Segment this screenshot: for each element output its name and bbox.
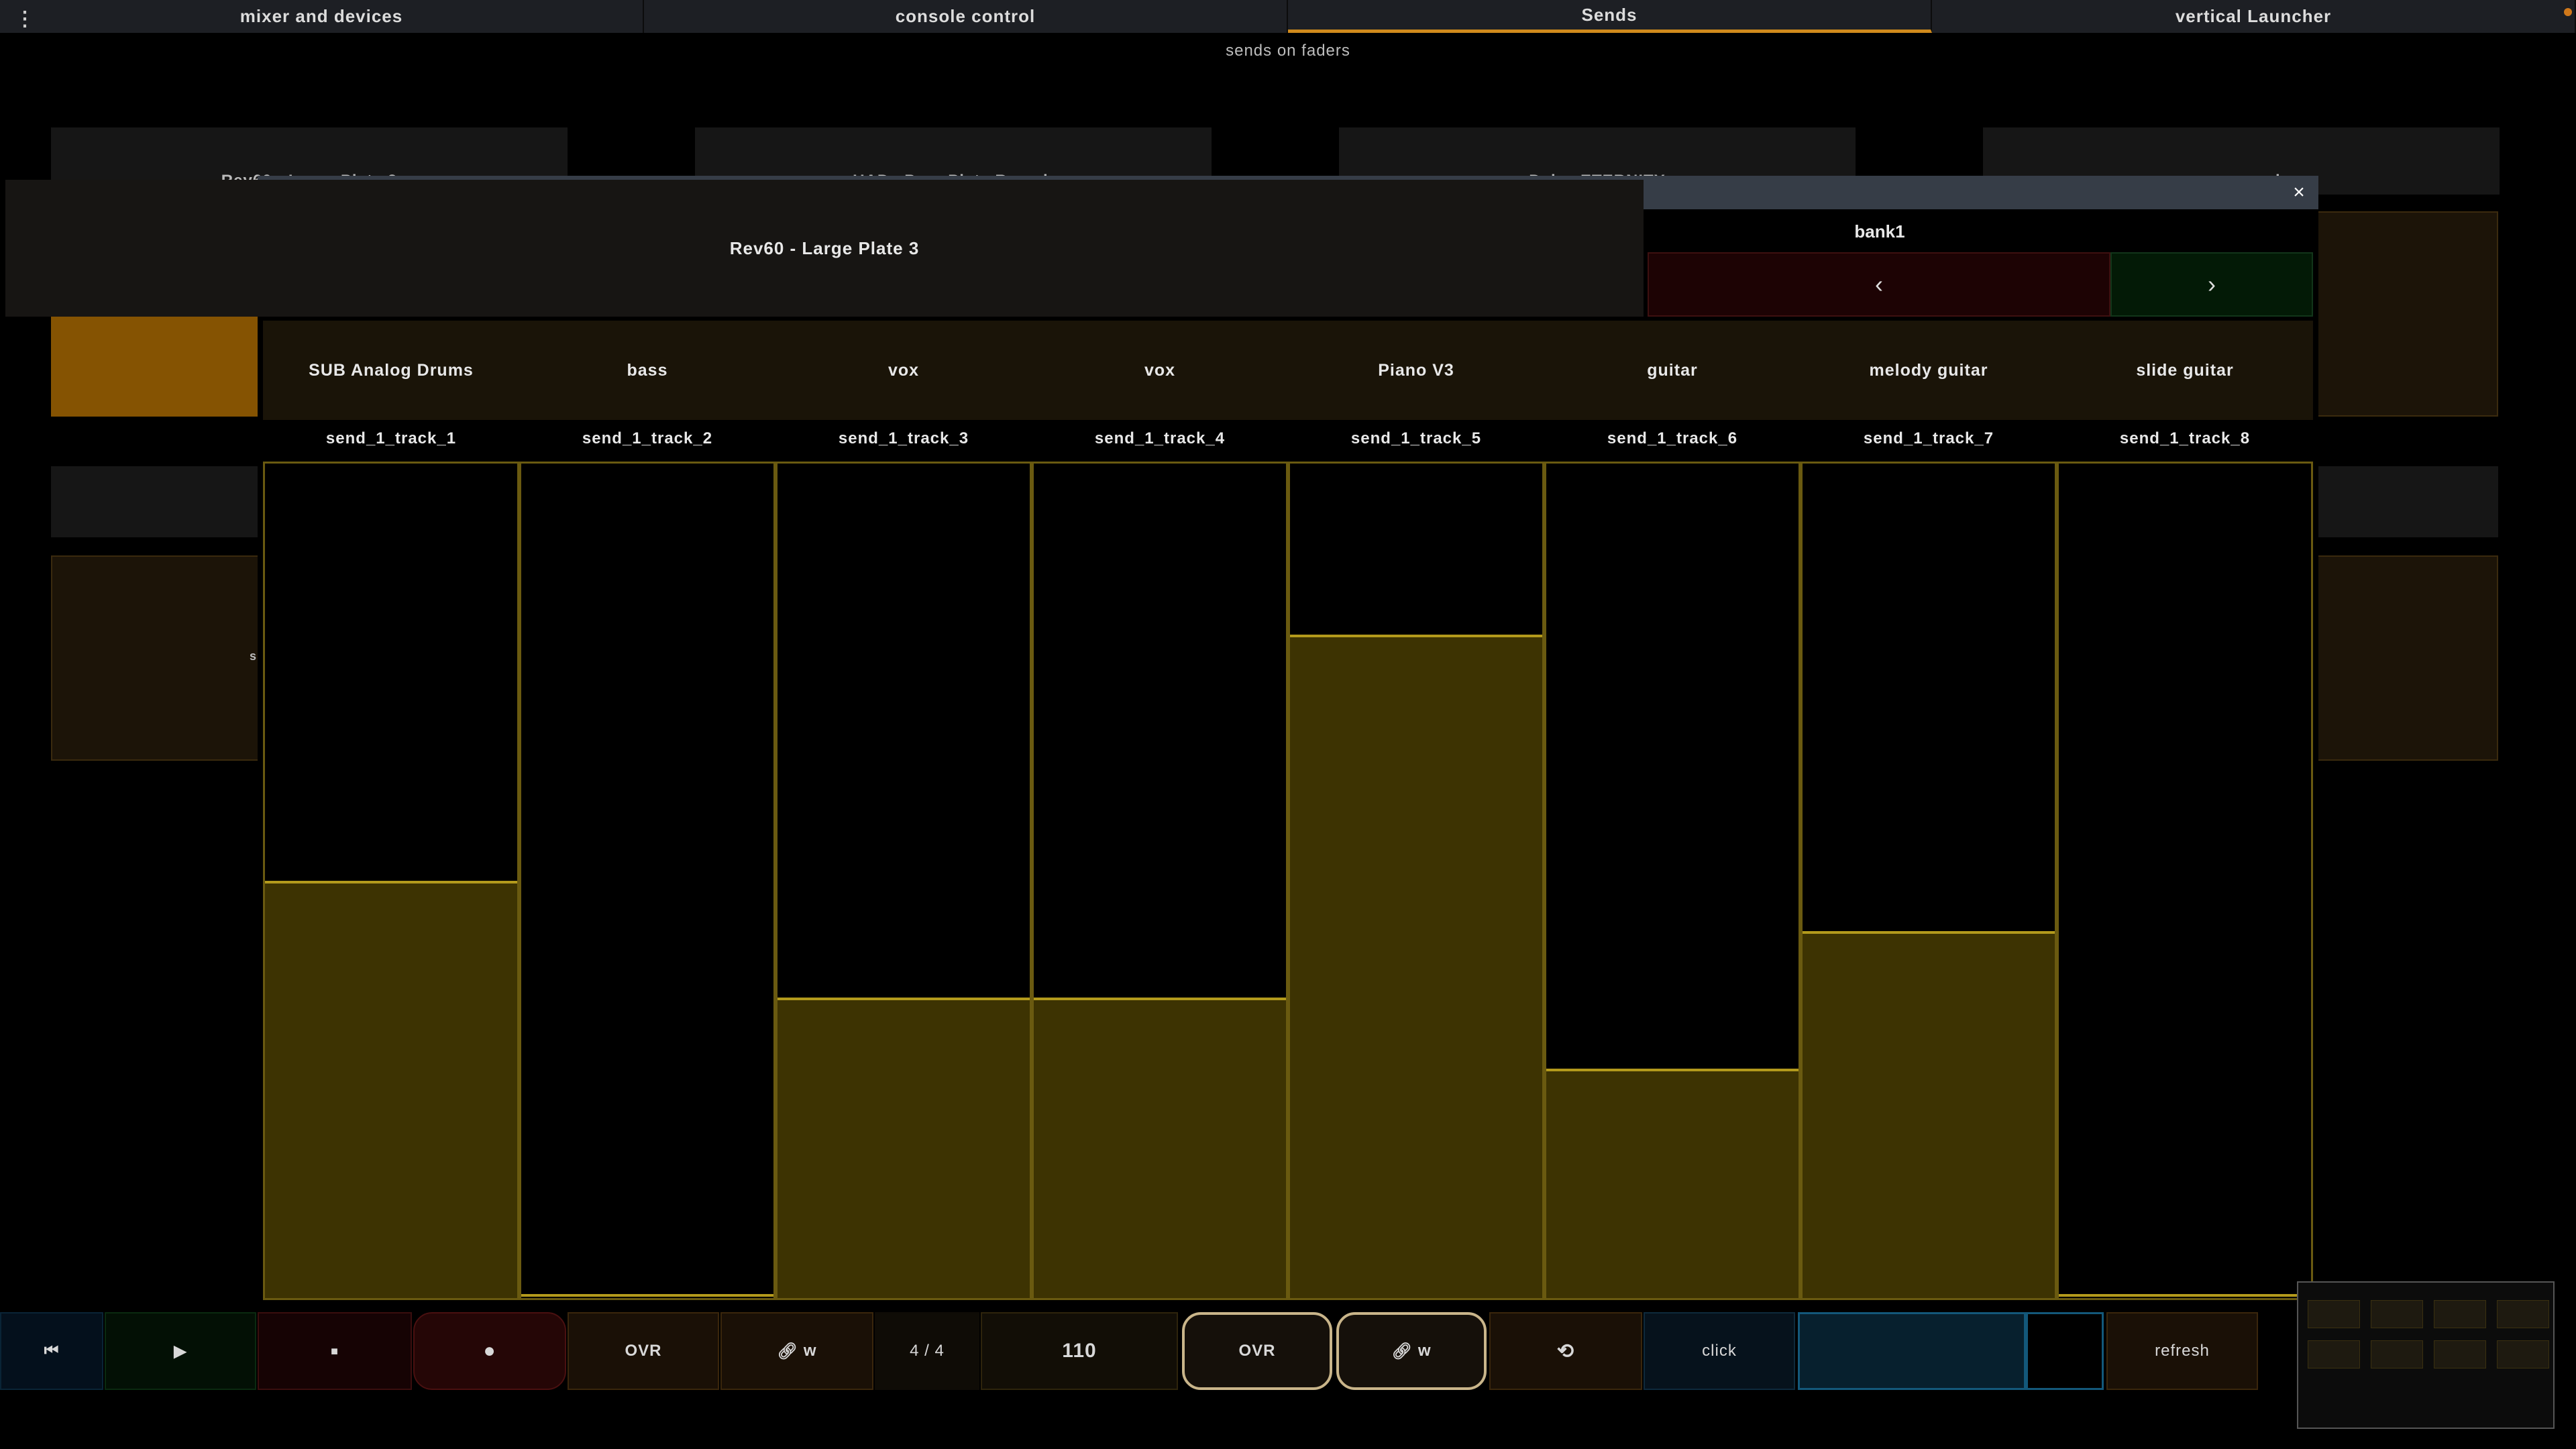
link-w-toggle[interactable]: 🔗︎ w [1336, 1312, 1487, 1390]
tempo-value: 110 [1062, 1340, 1097, 1362]
background-bus-block[interactable] [2316, 211, 2498, 417]
minimap-block [2371, 1300, 2423, 1328]
ovr-toggle-label: OVR [1238, 1342, 1276, 1360]
rewind-button[interactable]: ⏮ [0, 1312, 103, 1390]
time-signature-value: 4 / 4 [910, 1342, 945, 1360]
fader-level [521, 1294, 773, 1298]
page-subtitle: sends on faders [1226, 42, 1350, 60]
track-name-8: slide guitar [2136, 360, 2234, 380]
bank-next-button[interactable]: › [2110, 252, 2313, 317]
fader-level [777, 998, 1030, 1298]
play-button[interactable]: ▶ [105, 1312, 256, 1390]
send-label-7: send_1_track_7 [1863, 429, 1994, 447]
ovr-button[interactable]: OVR [568, 1312, 719, 1390]
track-name-4: vox [1144, 360, 1176, 380]
bank-prev-button[interactable]: ‹ [1648, 252, 2110, 317]
link-icon: 🔗︎ [777, 1342, 798, 1360]
chevron-right-icon: › [2208, 270, 2216, 298]
rewind-icon: ⏮ [44, 1342, 60, 1360]
ovr-label: OVR [625, 1342, 662, 1360]
send-fader-4[interactable] [1032, 462, 1288, 1300]
loop-button[interactable]: ⟲ [1489, 1312, 1642, 1390]
send-label-8: send_1_track_8 [2119, 429, 2251, 447]
chevron-left-icon: ‹ [1875, 270, 1883, 298]
send-fader-3[interactable] [775, 462, 1032, 1300]
background-bus-block[interactable] [2316, 555, 2498, 761]
link-w-toggle-label: w [1417, 1342, 1432, 1360]
minimap-block [2434, 1340, 2486, 1368]
send-fader-2[interactable] [519, 462, 775, 1300]
minimap-block [2308, 1300, 2360, 1328]
record-icon: ● [483, 1340, 496, 1362]
click-label: click [1702, 1342, 1737, 1360]
position-display[interactable] [1798, 1312, 2026, 1390]
send-fader-7[interactable] [1801, 462, 2057, 1300]
bank-label: bank1 [1854, 221, 1905, 241]
background-bus-block[interactable] [51, 555, 259, 761]
minimap-block [2434, 1300, 2486, 1328]
track-name-6: guitar [1647, 360, 1698, 380]
track-name-1: SUB Analog Drums [309, 360, 474, 380]
send-label-1: send_1_track_1 [325, 429, 457, 447]
record-button[interactable]: ● [413, 1312, 566, 1390]
ovr-toggle[interactable]: OVR [1182, 1312, 1332, 1390]
fader-level [265, 881, 517, 1298]
tab-mixer-and-devices[interactable]: mixer and devices [0, 0, 644, 33]
position-display-end[interactable] [2026, 1312, 2104, 1390]
track-name-5: Piano V3 [1378, 360, 1454, 380]
send-label-4: send_1_track_4 [1094, 429, 1226, 447]
send-label-2: send_1_track_2 [582, 429, 713, 447]
minimap-block [2497, 1340, 2549, 1368]
stop-button[interactable]: ■ [258, 1312, 412, 1390]
background-strip [51, 466, 259, 537]
refresh-button[interactable]: refresh [2106, 1312, 2258, 1390]
bus-name: Rev60 - Large Plate 3 [5, 180, 1644, 317]
stop-icon: ■ [331, 1344, 339, 1358]
track-name-7: melody guitar [1869, 360, 1988, 380]
tab-vertical-launcher[interactable]: vertical Launcher [1932, 0, 2576, 33]
fader-level [1034, 998, 1286, 1298]
close-icon[interactable]: × [2288, 181, 2310, 204]
fader-level [1546, 1068, 1799, 1298]
status-dot [2564, 8, 2572, 16]
fader-level [1803, 930, 2055, 1298]
background-strip [2316, 466, 2498, 537]
fader-level [2059, 1294, 2311, 1298]
tab-sends[interactable]: Sends [1288, 0, 1932, 33]
minimap-block [2308, 1340, 2360, 1368]
page-minimap[interactable] [2297, 1281, 2555, 1429]
side-marker: s [250, 649, 257, 663]
play-icon: ▶ [174, 1342, 187, 1360]
link-w-button[interactable]: 🔗︎ w [720, 1312, 873, 1390]
loop-icon: ⟲ [1556, 1340, 1575, 1362]
tab-console-control[interactable]: console control [644, 0, 1288, 33]
time-signature[interactable]: 4 / 4 [875, 1312, 979, 1390]
track-name-2: bass [627, 360, 668, 380]
tab-bar: mixer and devices console control Sends … [0, 0, 2576, 33]
refresh-label: refresh [2155, 1342, 2210, 1360]
tempo-display[interactable]: 110 [981, 1312, 1178, 1390]
track-name-3: vox [888, 360, 920, 380]
send-label-3: send_1_track_3 [838, 429, 969, 447]
send-fader-8[interactable] [2057, 462, 2313, 1300]
send-fader-1[interactable] [263, 462, 519, 1300]
click-button[interactable]: click [1644, 1312, 1795, 1390]
menu-icon[interactable]: ⋮ [15, 9, 35, 36]
minimap-block [2371, 1340, 2423, 1368]
send-label-5: send_1_track_5 [1350, 429, 1482, 447]
send-fader-5[interactable] [1288, 462, 1544, 1300]
send-fader-6[interactable] [1544, 462, 1801, 1300]
link-w-label: w [803, 1342, 817, 1360]
fader-level [1290, 635, 1542, 1298]
send-label-6: send_1_track_6 [1607, 429, 1738, 447]
minimap-block [2497, 1300, 2549, 1328]
link-icon: 🔗︎ [1391, 1342, 1413, 1360]
